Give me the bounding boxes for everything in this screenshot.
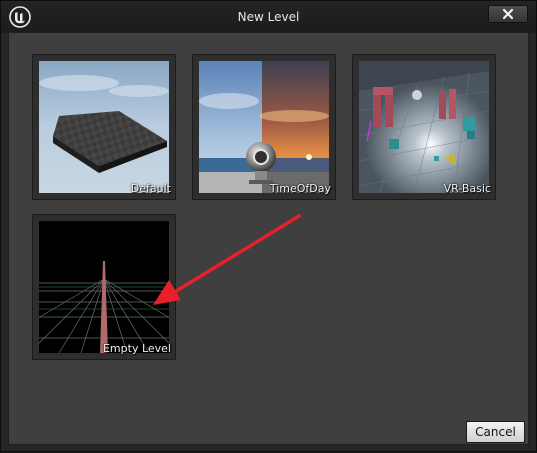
cancel-button[interactable]: Cancel xyxy=(466,421,525,443)
close-button[interactable] xyxy=(488,5,528,23)
new-level-dialog: New Level Default TimeOfDay VR-Basic Emp… xyxy=(0,0,537,452)
close-icon xyxy=(502,8,514,20)
template-label: TimeOfDay xyxy=(269,182,331,195)
vr-basic-thumbnail xyxy=(359,61,489,193)
empty-level-thumbnail xyxy=(39,221,169,353)
template-timeofday[interactable]: TimeOfDay xyxy=(192,54,336,200)
timeofday-thumbnail xyxy=(199,61,329,193)
template-empty-level[interactable]: Empty Level xyxy=(32,214,176,360)
template-default[interactable]: Default xyxy=(32,54,176,200)
template-panel: Default TimeOfDay VR-Basic Empty Level C… xyxy=(8,32,529,445)
template-label: VR-Basic xyxy=(443,182,491,195)
template-vr-basic[interactable]: VR-Basic xyxy=(352,54,496,200)
template-label: Default xyxy=(130,182,171,195)
window-title: New Level xyxy=(237,10,300,24)
template-label: Empty Level xyxy=(102,342,171,355)
default-thumbnail xyxy=(39,61,169,193)
title-bar: New Level xyxy=(1,1,536,33)
